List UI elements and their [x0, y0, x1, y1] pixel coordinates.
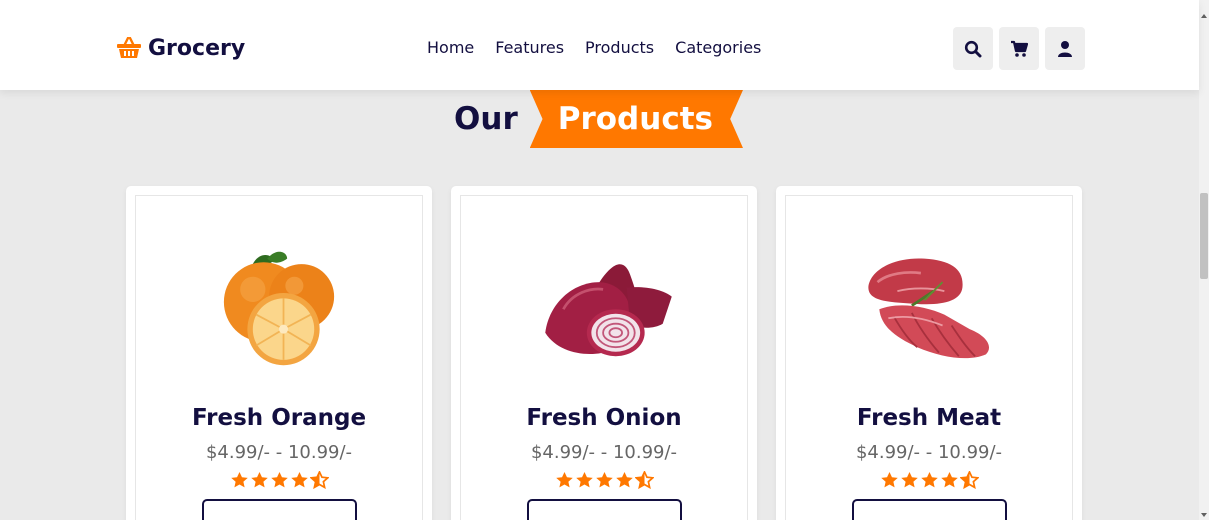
scrollbar-thumb[interactable]	[1200, 193, 1208, 279]
user-button[interactable]	[1045, 27, 1085, 70]
star-icon	[920, 472, 938, 488]
product-price: $4.99/- - 10.99/-	[205, 442, 353, 464]
add-to-cart-button[interactable]	[526, 499, 682, 520]
brand-name: Grocery	[148, 35, 246, 61]
page-scrollbar[interactable]	[1199, 0, 1209, 520]
nav-link-features[interactable]: Features	[495, 36, 564, 60]
star-icon	[900, 472, 918, 488]
product-rating	[880, 471, 979, 490]
product-name: Fresh Meat	[856, 405, 1002, 432]
product-name: Fresh Orange	[191, 405, 367, 432]
nav-link-home[interactable]: Home	[427, 36, 474, 60]
product-rating	[555, 471, 654, 490]
star-half-icon	[634, 471, 654, 490]
scroll-up-arrow-icon[interactable]	[1201, 14, 1207, 18]
star-icon	[290, 472, 308, 488]
star-icon	[615, 472, 633, 488]
product-card: Fresh Orange $4.99/- - 10.99/-	[126, 186, 432, 520]
cart-icon	[1011, 40, 1028, 57]
star-icon	[230, 472, 248, 488]
orange-image	[223, 251, 335, 366]
star-icon	[250, 472, 268, 488]
product-card-inner: Fresh Onion $4.99/- - 10.99/-	[460, 195, 748, 520]
cart-button[interactable]	[999, 27, 1039, 70]
scroll-down-arrow-icon[interactable]	[1201, 513, 1207, 517]
product-name: Fresh Onion	[526, 405, 682, 432]
product-card-inner: Fresh Orange $4.99/- - 10.99/-	[135, 195, 423, 520]
site-header: Grocery Home Features Products Categorie…	[0, 0, 1199, 90]
add-to-cart-button[interactable]	[201, 499, 357, 520]
star-icon	[555, 472, 573, 488]
product-rating	[230, 471, 329, 490]
heading-plain-text: Our	[454, 101, 518, 137]
search-icon	[964, 40, 982, 57]
star-icon	[880, 472, 898, 488]
header-icons	[953, 27, 1091, 70]
user-icon	[1058, 40, 1072, 57]
product-card-inner: Fresh Meat $4.99/- - 10.99/-	[785, 195, 1073, 520]
nav-link-products[interactable]: Products	[585, 36, 654, 60]
star-icon	[270, 472, 288, 488]
heading-highlight-ribbon: Products	[529, 90, 743, 148]
meat-image	[868, 258, 990, 359]
main-nav: Home Features Products Categories	[427, 36, 782, 60]
product-price: $4.99/- - 10.99/-	[530, 442, 678, 464]
add-to-cart-button[interactable]	[851, 499, 1007, 520]
star-half-icon	[309, 471, 329, 490]
nav-link-categories[interactable]: Categories	[675, 36, 761, 60]
product-list: Fresh Orange $4.99/- - 10.99/- Fresh Oni…	[126, 186, 1101, 520]
product-card: Fresh Meat $4.99/- - 10.99/-	[776, 186, 1082, 520]
star-icon	[940, 472, 958, 488]
section-heading: Our Products	[0, 90, 1199, 148]
basket-icon	[117, 37, 141, 58]
search-button[interactable]	[953, 27, 993, 70]
star-icon	[595, 472, 613, 488]
star-half-icon	[959, 471, 979, 490]
star-icon	[575, 472, 593, 488]
onion-image	[545, 264, 672, 357]
product-price: $4.99/- - 10.99/-	[855, 442, 1003, 464]
brand-logo[interactable]: Grocery	[116, 33, 245, 63]
product-card: Fresh Onion $4.99/- - 10.99/-	[451, 186, 757, 520]
